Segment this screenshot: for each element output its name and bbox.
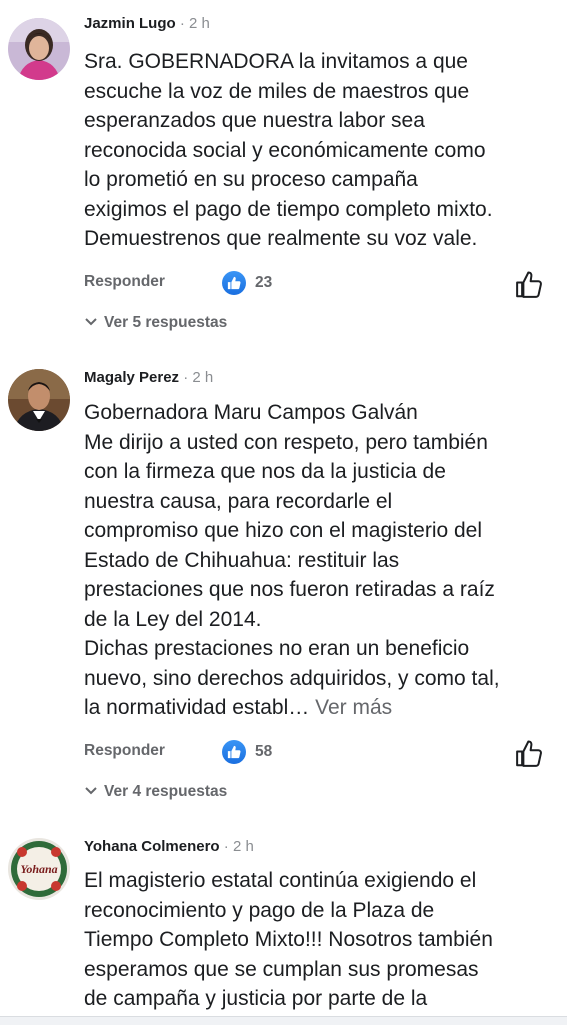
comment-line: reconocimiento y pago de la Plaza de: [84, 898, 435, 922]
avatar[interactable]: [8, 369, 70, 431]
comment-text: El magisterio estatal continúa exigiendo…: [84, 866, 554, 1014]
comment-line: exigimos el pago de tiempo completo mixt…: [84, 197, 493, 221]
view-replies-button[interactable]: Ver 5 respuestas: [84, 314, 227, 332]
separator: ·: [183, 369, 189, 386]
comment-line: con la firmeza que nos da la justicia de: [84, 460, 446, 483]
comment-line: prestaciones que nos fueron retiradas a …: [84, 578, 495, 601]
timestamp[interactable]: 2 h: [192, 369, 213, 386]
view-replies-label: Ver 5 respuestas: [104, 314, 228, 331]
chevron-down-icon: [84, 783, 98, 801]
comment-line: Sra. GOBERNADORA la invitamos a que: [84, 50, 468, 73]
avatar-logo-text: Yohana: [20, 862, 57, 876]
timestamp[interactable]: 2 h: [233, 838, 254, 855]
avatar[interactable]: Yohana: [8, 838, 70, 900]
like-summary[interactable]: 58: [222, 740, 272, 764]
comment-line: Tiempo Completo Mixto!!! Nosotros tambié…: [84, 928, 493, 951]
author-name[interactable]: Jazmin Lugo: [84, 15, 176, 32]
like-count: 23: [255, 274, 273, 291]
view-replies-button[interactable]: Ver 4 respuestas: [84, 783, 227, 801]
avatar[interactable]: [8, 18, 70, 80]
like-count: 58: [255, 743, 273, 760]
thumbs-up-icon: [222, 740, 246, 764]
author-name[interactable]: Yohana Colmenero: [84, 838, 220, 855]
comment-line: reconocida social y económicamente como: [84, 138, 486, 162]
comment-line-truncated: la normatividad establ… Ver más: [84, 693, 554, 723]
see-more-link[interactable]: Ver más: [315, 696, 392, 719]
truncated-text: la normatividad establ…: [84, 696, 310, 719]
comment-text: Sra. GOBERNADORA la invitamos a que escu…: [84, 47, 554, 254]
thumbs-up-outline-icon[interactable]: [514, 270, 544, 300]
comment-text: Gobernadora Maru Campos Galván Me dirijo…: [84, 398, 554, 723]
thumbs-up-outline-icon[interactable]: [514, 739, 544, 769]
comment-line: Me dirijo a usted con respeto, pero tamb…: [84, 430, 488, 454]
comment-line: Demuestrenos que realmente su voz vale.: [84, 227, 478, 250]
thumbs-up-icon: [222, 271, 246, 295]
comment-line: lo prometió en su proceso campaña: [84, 168, 418, 191]
author-line: Jazmin Lugo · 2 h: [84, 15, 210, 33]
comment-line: El magisterio estatal continúa exigiendo…: [84, 869, 477, 892]
comment-line: esperamos que se cumplan sus promesas: [84, 957, 479, 981]
author-line: Yohana Colmenero · 2 h: [84, 838, 254, 856]
author-name[interactable]: Magaly Perez: [84, 369, 179, 386]
separator: ·: [223, 838, 229, 855]
reply-button[interactable]: Responder: [84, 273, 165, 291]
timestamp[interactable]: 2 h: [189, 15, 210, 32]
view-replies-label: Ver 4 respuestas: [104, 783, 228, 800]
comment-line: compromiso que hizo con el magisterio de…: [84, 519, 483, 542]
comment-line: esperanzados que nuestra labor sea: [84, 109, 425, 132]
comment-line: Estado de Chihuahua: restituir las: [84, 548, 400, 572]
chevron-down-icon: [84, 314, 98, 332]
reply-button[interactable]: Responder: [84, 742, 165, 760]
comment-line: Gobernadora Maru Campos Galván: [84, 401, 418, 424]
comment-line: de campaña y justicia por parte de la: [84, 987, 428, 1010]
comment-line: escuche la voz de miles de maestros que: [84, 79, 470, 103]
comment-line: nuevo, sino derechos adquiridos, y como …: [84, 666, 500, 690]
separator: ·: [179, 15, 185, 32]
author-line: Magaly Perez · 2 h: [84, 369, 213, 387]
like-summary[interactable]: 23: [222, 271, 272, 295]
comment-line: Dichas prestaciones no eran un beneficio: [84, 637, 470, 660]
comment-line: nuestra causa, para recordarle el: [84, 489, 393, 513]
comment-line: de la Ley del 2014.: [84, 607, 262, 631]
